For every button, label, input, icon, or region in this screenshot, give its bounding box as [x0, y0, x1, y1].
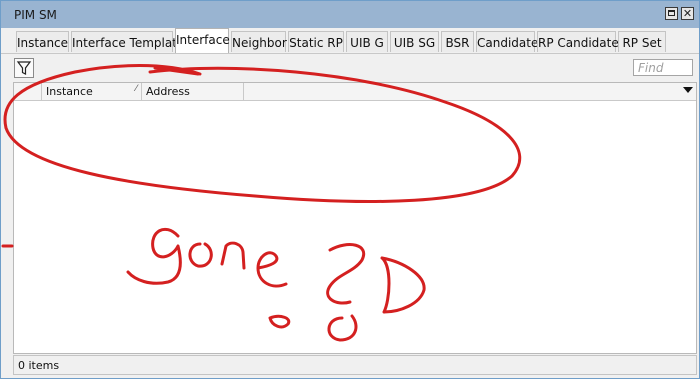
- item-count: 0 items: [18, 359, 60, 372]
- tab-interface-template[interactable]: Interface Template: [71, 31, 184, 52]
- tab-bar: Instance Interface Template Interface Ne…: [1, 28, 699, 54]
- toolbar: [1, 54, 699, 81]
- tab-instance[interactable]: Instance: [16, 31, 69, 52]
- tab-uib-g[interactable]: UIB G: [346, 31, 388, 52]
- filter-button[interactable]: [14, 58, 34, 78]
- column-header-address[interactable]: Address: [142, 83, 244, 100]
- tab-neighbor[interactable]: Neighbor: [231, 31, 287, 52]
- column-header-instance-label: Instance: [46, 85, 93, 98]
- sort-icon: ⁄: [135, 84, 137, 94]
- tab-rp-candidate[interactable]: RP Candidate: [537, 31, 619, 52]
- tab-uib-sg[interactable]: UIB SG: [390, 31, 439, 52]
- table-header: Instance ⁄ Address: [14, 83, 696, 101]
- column-header-address-label: Address: [146, 85, 190, 98]
- filter-icon: [16, 61, 32, 75]
- tab-bsr[interactable]: BSR: [441, 31, 474, 52]
- pim-sm-window: PIM SM ✕ Instance Interface Template Int…: [0, 0, 700, 379]
- window-title: PIM SM: [14, 8, 57, 22]
- close-icon[interactable]: ✕: [681, 7, 694, 20]
- tab-rp-set[interactable]: RP Set: [618, 31, 666, 52]
- column-header-flags[interactable]: [14, 83, 42, 100]
- find-input[interactable]: [633, 59, 693, 76]
- column-header-instance[interactable]: Instance ⁄: [42, 83, 142, 100]
- tab-interface[interactable]: Interface: [175, 28, 230, 53]
- status-bar: 0 items: [13, 355, 697, 375]
- tab-candidate[interactable]: Candidate: [476, 31, 538, 52]
- tab-static-rp[interactable]: Static RP: [288, 31, 344, 52]
- maximize-icon[interactable]: [665, 7, 678, 20]
- title-bar[interactable]: PIM SM ✕: [1, 1, 699, 28]
- interface-table: Instance ⁄ Address: [13, 82, 697, 354]
- column-menu-dropdown-icon[interactable]: [683, 87, 693, 93]
